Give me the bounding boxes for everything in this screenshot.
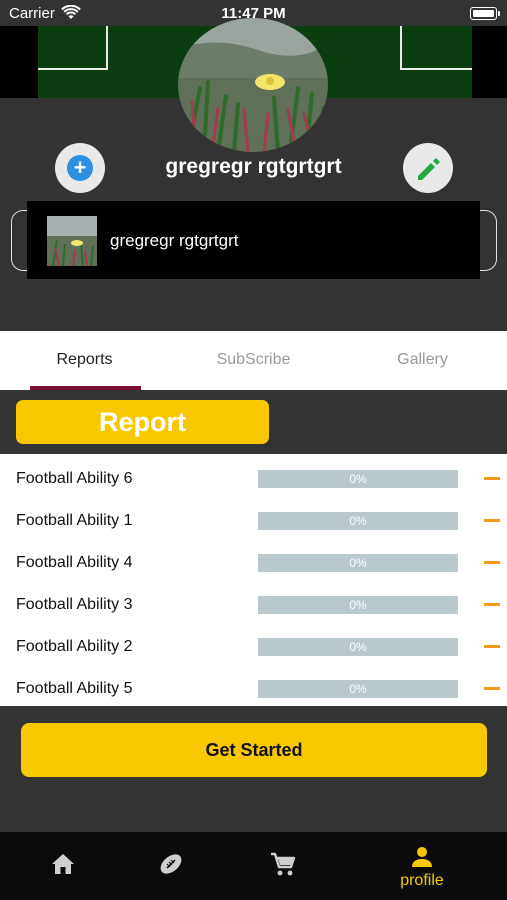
ability-row: Football Ability 3 0%: [0, 580, 507, 622]
suggestion-thumbnail: [47, 216, 97, 266]
tab-reports[interactable]: Reports: [0, 331, 169, 390]
suggestion-label: gregregr rgtgrtgrt: [110, 231, 239, 250]
ability-progress-bar: 0%: [258, 680, 458, 698]
person-icon: [412, 847, 432, 867]
ability-row: Football Ability 4 0%: [0, 538, 507, 580]
profile-name: gregregr rgtgrtgrt: [165, 155, 342, 178]
ability-progress-bar: 0%: [258, 554, 458, 572]
cover-area: [0, 18, 507, 152]
ability-name: Football Ability 2: [16, 638, 133, 655]
home-icon: [52, 854, 74, 874]
tab-subscribe[interactable]: SubScribe: [169, 331, 338, 390]
pencil-icon: [418, 158, 440, 180]
profile-avatar[interactable]: [178, 18, 328, 152]
ability-progress-bar: 0%: [258, 512, 458, 530]
edit-button[interactable]: [403, 143, 453, 193]
ability-row: Football Ability 6 0%: [0, 454, 507, 496]
ability-progress-bar: 0%: [258, 638, 458, 656]
minus-icon[interactable]: [484, 687, 500, 690]
cart-icon: [271, 852, 296, 876]
ability-name: Football Ability 5: [16, 680, 133, 697]
nav-label-profile: profile: [400, 872, 444, 889]
ability-list: Football Ability 6 0% Football Ability 1…: [0, 454, 507, 706]
ability-progress-text: 0%: [349, 640, 367, 654]
tab-gallery[interactable]: Gallery: [338, 331, 507, 390]
ability-progress-text: 0%: [349, 682, 367, 696]
football-icon: [160, 854, 182, 874]
plus-icon: +: [67, 155, 93, 181]
minus-icon[interactable]: [484, 519, 500, 522]
battery-icon: [470, 7, 500, 20]
ability-row: Football Ability 1 0%: [0, 496, 507, 538]
ability-name: Football Ability 6: [16, 470, 133, 487]
ability-progress-text: 0%: [349, 472, 367, 486]
tab-bar: Reports SubScribe Gallery: [0, 331, 507, 390]
ability-progress-bar: 0%: [258, 470, 458, 488]
bottom-nav: profile: [0, 832, 507, 900]
ability-name: Football Ability 3: [16, 596, 133, 613]
nav-item-profile[interactable]: profile: [359, 832, 485, 900]
minus-icon[interactable]: [484, 603, 500, 606]
report-header: Report: [0, 390, 507, 454]
get-started-button[interactable]: Get Started: [21, 723, 487, 777]
ability-progress-bar: 0%: [258, 596, 458, 614]
suggestion-item[interactable]: gregregr rgtgrtgrt: [27, 201, 480, 279]
ability-name: Football Ability 4: [16, 554, 133, 571]
add-button[interactable]: +: [55, 143, 105, 193]
ability-name: Football Ability 1: [16, 512, 133, 529]
nav-item-cart[interactable]: [220, 832, 346, 900]
nav-item-football[interactable]: [108, 832, 234, 900]
ability-progress-text: 0%: [349, 598, 367, 612]
report-button[interactable]: Report: [16, 400, 269, 444]
ability-progress-text: 0%: [349, 556, 367, 570]
minus-icon[interactable]: [484, 561, 500, 564]
minus-icon[interactable]: [484, 477, 500, 480]
ability-row: Football Ability 5 0%: [0, 664, 507, 706]
minus-icon[interactable]: [484, 645, 500, 648]
ability-progress-text: 0%: [349, 514, 367, 528]
ability-row: Football Ability 2 0%: [0, 622, 507, 664]
